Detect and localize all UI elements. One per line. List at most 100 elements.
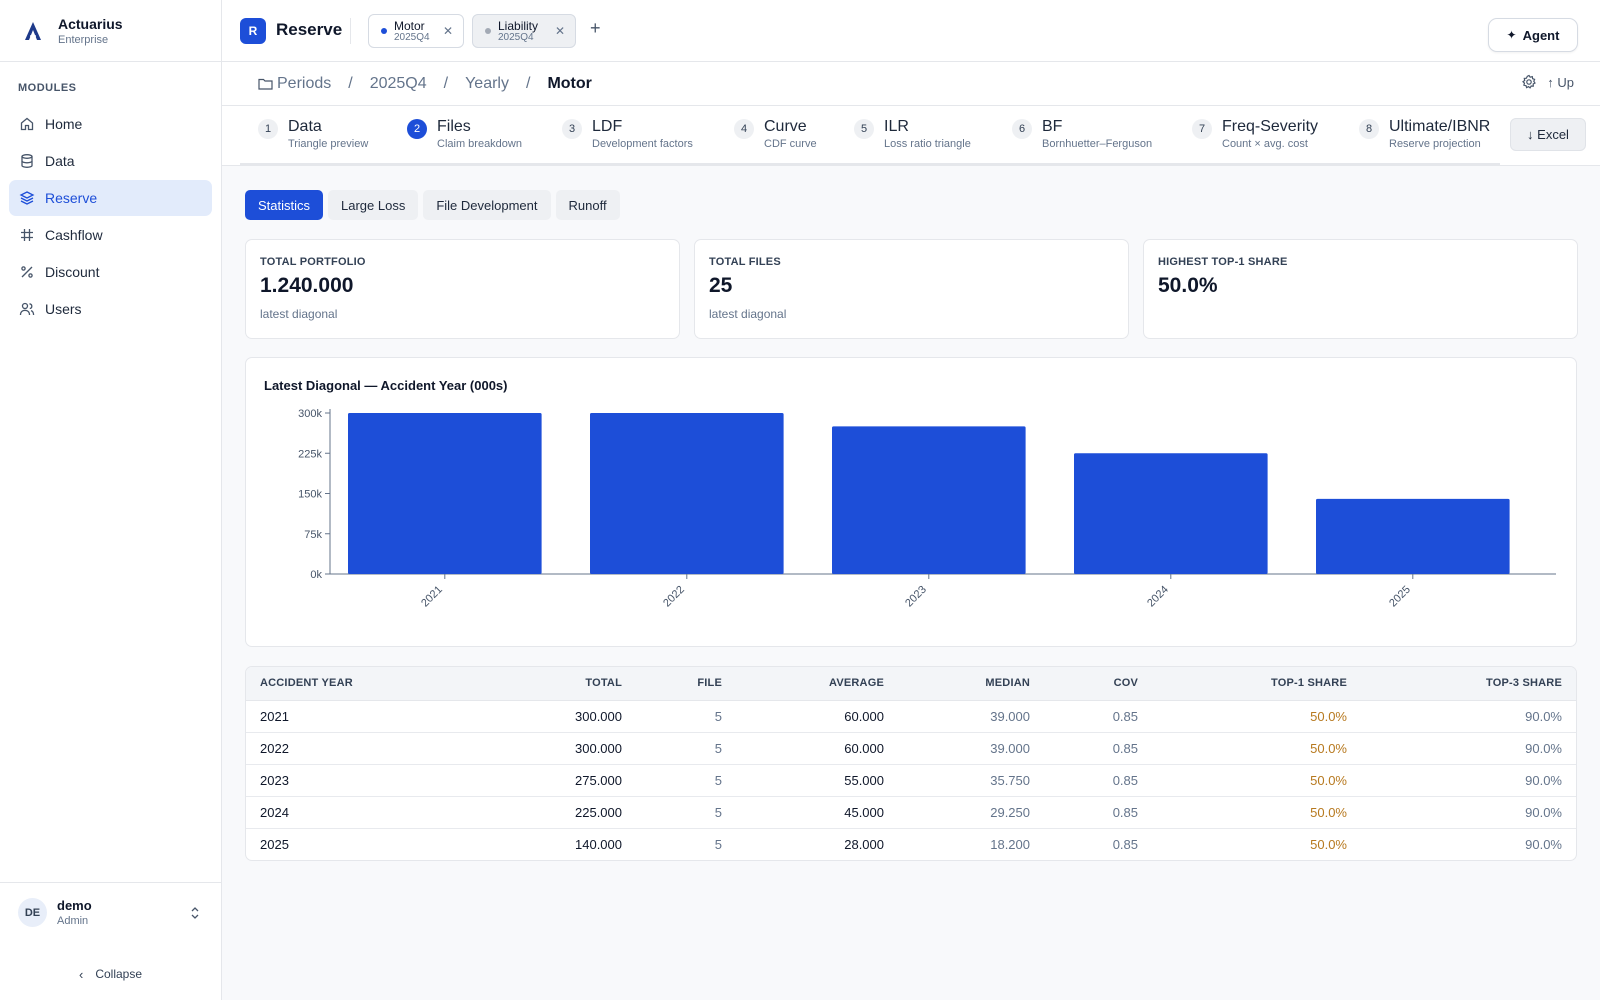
breadcrumb-separator: /	[348, 74, 353, 92]
user-menu[interactable]: DE demo Admin	[0, 882, 221, 942]
step-ldf[interactable]: 3 LDF Development factors	[562, 118, 693, 150]
step-ilr[interactable]: 5 ILR Loss ratio triangle	[854, 118, 971, 150]
tab-file-development[interactable]: File Development	[423, 190, 551, 220]
step-sub: CDF curve	[764, 138, 817, 150]
inactive-dot-icon	[485, 28, 491, 34]
step-label: LDF	[592, 118, 623, 135]
view-tabs: Statistics Large Loss File Development R…	[245, 190, 625, 220]
folder-icon	[258, 78, 273, 90]
step-sub: Development factors	[592, 138, 693, 150]
column-header[interactable]: TOP-3 SHARE	[1361, 667, 1576, 701]
kpi-sub: latest diagonal	[260, 307, 338, 321]
bar	[590, 413, 784, 574]
column-header[interactable]: ACCIDENT YEAR	[246, 667, 456, 701]
table-row[interactable]: 2021 300.000 5 60.000 39.000 0.85 50.0% 90.0%	[246, 700, 1576, 733]
table-cell: 90.0%	[1361, 796, 1576, 829]
hash-icon	[19, 227, 35, 243]
breadcrumb: Periods / 2025Q4 / Yearly / Motor ↑ Up	[222, 62, 1600, 106]
excel-label: Excel	[1537, 127, 1569, 142]
statistics-table: ACCIDENT YEAR TOTAL FILE AVERAGE MEDIAN …	[245, 666, 1577, 861]
column-header[interactable]: TOP-1 SHARE	[1152, 667, 1361, 701]
tab-liability[interactable]: Liability 2025Q4 ✕	[472, 14, 576, 48]
breadcrumb-period[interactable]: 2025Q4	[370, 75, 427, 93]
table-row[interactable]: 2024 225.000 5 45.000 29.250 0.85 50.0% 90.0%	[246, 796, 1576, 829]
table-cell: 18.200	[990, 836, 1030, 852]
sidebar-item-label: Data	[45, 153, 75, 169]
sidebar-item-data[interactable]: Data	[9, 143, 212, 179]
column-header[interactable]: MEDIAN	[898, 667, 1044, 701]
tab-statistics[interactable]: Statistics	[245, 190, 324, 220]
table-cell: 55.000	[736, 764, 898, 797]
table-cell: 90.0%	[1361, 764, 1576, 797]
add-tab-button[interactable]: +	[590, 18, 601, 39]
table-header-row: ACCIDENT YEAR TOTAL FILE AVERAGE MEDIAN …	[246, 667, 1576, 701]
step-label: Files	[437, 118, 471, 135]
workflow-steps: 1 Data Triangle preview 2 Files Claim brea…	[222, 106, 1600, 166]
column-header[interactable]: FILE	[636, 667, 736, 701]
sidebar-item-users[interactable]: Users	[9, 291, 212, 327]
active-dot-icon	[381, 28, 387, 34]
breadcrumb-periods[interactable]: Periods	[277, 75, 331, 93]
collapse-label: Collapse	[95, 967, 143, 981]
step-data[interactable]: 1 Data Triangle preview	[258, 118, 368, 150]
sidebar-item-cashflow[interactable]: Cashflow	[9, 217, 212, 253]
database-icon	[19, 153, 35, 169]
step-curve[interactable]: 4 Curve CDF curve	[734, 118, 817, 150]
step-label: BF	[1042, 118, 1063, 135]
column-header[interactable]: COV	[1044, 667, 1152, 701]
agent-button[interactable]: ✦ Agent	[1488, 18, 1578, 52]
breadcrumb-frequency[interactable]: Yearly	[465, 75, 509, 93]
table-cell: 45.000	[736, 796, 898, 829]
table-row[interactable]: 2025 140.000 5 28.000 18.200 0.85 50.0% 90.0%	[246, 828, 1576, 860]
breadcrumb-current: Motor	[547, 74, 592, 92]
step-number: 6	[1012, 119, 1032, 139]
chart-card: Latest Diagonal — Accident Year (000s) 0…	[245, 357, 1577, 647]
table-cell: 275.000	[456, 764, 636, 797]
sidebar-item-label: Discount	[45, 264, 100, 280]
step-files[interactable]: 2 Files Claim breakdown	[407, 118, 522, 150]
sidebar-item-discount[interactable]: Discount	[9, 254, 212, 290]
excel-export-button[interactable]: ↓ Excel	[1510, 118, 1586, 151]
table-cell: 50.0%	[1152, 796, 1361, 829]
tab-large-loss[interactable]: Large Loss	[328, 190, 419, 220]
up-label: Up	[1557, 74, 1574, 90]
user-name: demo	[57, 898, 92, 913]
step-ultimate-ibnr[interactable]: 8 Ultimate/IBNR Reserve projection	[1359, 118, 1490, 150]
step-number: 8	[1359, 119, 1379, 139]
up-button[interactable]: ↑ Up	[1547, 75, 1574, 90]
step-bf[interactable]: 6 BF Bornhuetter–Ferguson	[1012, 118, 1152, 150]
table-cell: 5	[636, 764, 736, 797]
close-icon[interactable]: ✕	[555, 24, 565, 38]
sparkle-icon: ✦	[1506, 28, 1517, 42]
x-tick-label: 2025	[1387, 584, 1413, 610]
table-cell: 2021	[246, 700, 456, 733]
kpi-sub: latest diagonal	[709, 307, 787, 321]
sidebar-item-reserve[interactable]: Reserve	[9, 180, 212, 216]
table-row[interactable]: 2022 300.000 5 60.000 39.000 0.85 50.0% 90.0%	[246, 732, 1576, 765]
table-cell: 50.0%	[1152, 732, 1361, 765]
gear-icon[interactable]	[1521, 74, 1537, 90]
table-cell: 90.0%	[1361, 732, 1576, 765]
tab-runoff[interactable]: Runoff	[555, 190, 620, 220]
table-cell: 5	[636, 700, 736, 733]
table-cell: 60.000	[736, 700, 898, 733]
layers-icon	[19, 190, 35, 206]
kpi-value: 1.240.000	[260, 274, 354, 297]
table-row[interactable]: 2023 275.000 5 55.000 35.750 0.85 50.0% 90.0%	[246, 764, 1576, 797]
column-header[interactable]: AVERAGE	[736, 667, 898, 701]
arrow-up-icon: ↑	[1547, 74, 1554, 90]
collapse-button[interactable]: ‹ Collapse	[0, 962, 221, 986]
step-number: 1	[258, 119, 278, 139]
step-number: 2	[407, 119, 427, 139]
table-cell: 29.250	[898, 796, 1044, 829]
step-freq-severity[interactable]: 7 Freq-Severity Count × avg. cost	[1192, 118, 1318, 150]
column-header[interactable]: TOTAL	[456, 667, 636, 701]
close-icon[interactable]: ✕	[443, 24, 453, 38]
kpi-value: 25	[709, 274, 733, 297]
sidebar-item-home[interactable]: Home	[9, 106, 212, 142]
tab-motor[interactable]: Motor 2025Q4 ✕	[368, 14, 464, 48]
kpi-highest-top1-share: HIGHEST TOP-1 SHARE 50.0%	[1143, 239, 1578, 339]
table-cell: 0.85	[1044, 796, 1152, 829]
step-label: Curve	[764, 118, 807, 135]
step-number: 5	[854, 119, 874, 139]
